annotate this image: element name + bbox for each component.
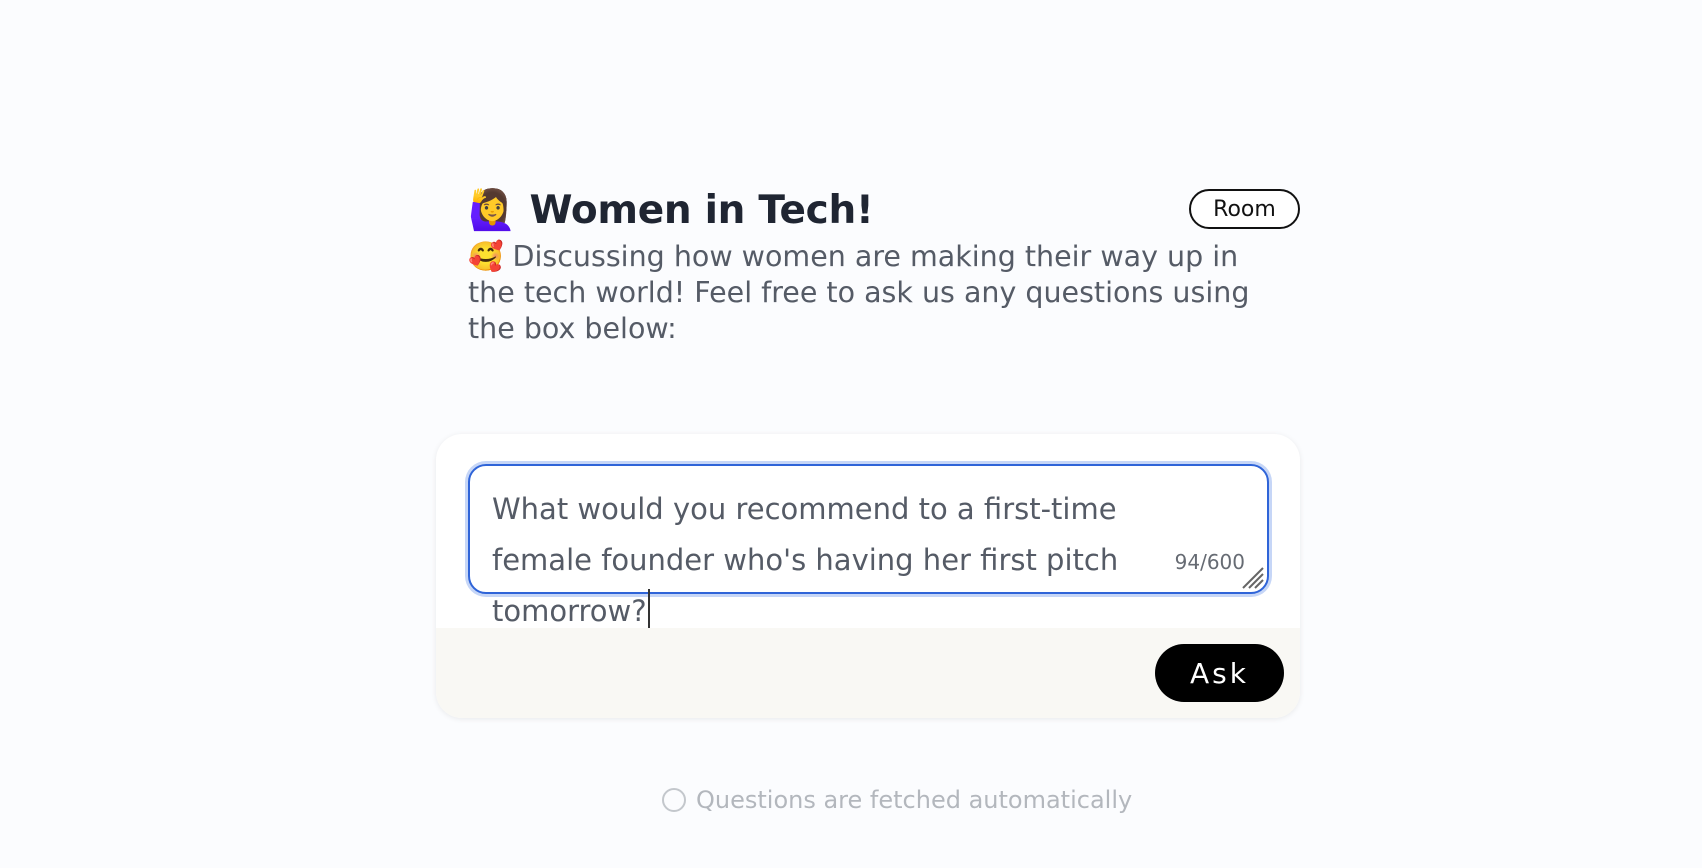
character-counter: 94/600 [1174, 550, 1245, 574]
room-header: 🙋‍♀️ Women in Tech! Room 🥰 Discussing ho… [468, 185, 1300, 347]
resize-handle-icon[interactable] [1237, 562, 1265, 590]
loading-spinner-icon [662, 788, 686, 812]
question-card: What would you recommend to a first-time… [436, 434, 1300, 718]
title-row: 🙋‍♀️ Women in Tech! Room [468, 185, 1300, 237]
question-value: What would you recommend to a first-time… [492, 492, 1119, 628]
fetch-status: Questions are fetched automatically [662, 786, 1132, 814]
fetch-status-text: Questions are fetched automatically [696, 786, 1133, 814]
card-footer: Ask [436, 628, 1300, 718]
question-input[interactable]: What would you recommend to a first-time… [468, 464, 1269, 631]
room-title: 🙋‍♀️ Women in Tech! [468, 188, 874, 233]
page: 🙋‍♀️ Women in Tech! Room 🥰 Discussing ho… [0, 0, 1702, 868]
room-badge: Room [1189, 189, 1300, 229]
room-description: 🥰 Discussing how women are making their … [468, 240, 1250, 345]
question-input-text[interactable]: What would you recommend to a first-time… [492, 484, 1192, 637]
ask-button[interactable]: Ask [1155, 644, 1284, 702]
text-caret [647, 589, 650, 631]
